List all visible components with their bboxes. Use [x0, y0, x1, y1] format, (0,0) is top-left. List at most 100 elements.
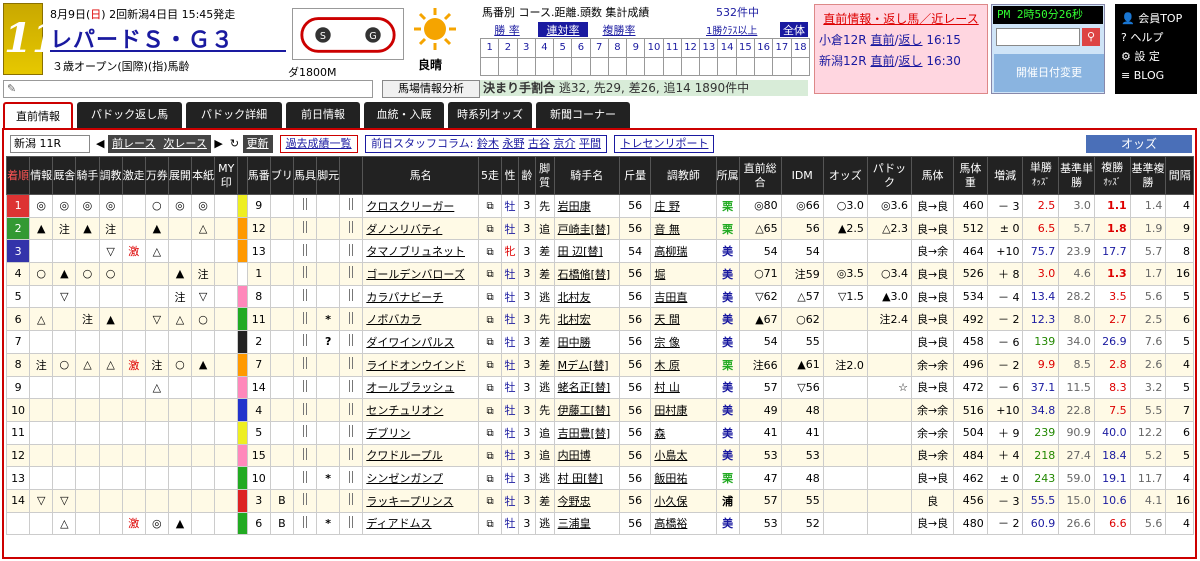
col-trainer[interactable]: 調教師 [650, 156, 717, 195]
past-5-cell[interactable]: ⧉ [477, 443, 503, 468]
table-row[interactable]: 6 △ 注 ▲ ▽ △ ○ 11 * ノボバカラ ⧉ 牡 3 先北村宏 56 天 間美 ▲67 ○62 注2.4 良→… [5, 307, 1194, 332]
detail-cell[interactable] [339, 330, 364, 354]
date-input[interactable] [996, 28, 1080, 46]
foot-cell[interactable] [316, 398, 341, 422]
window-icon[interactable]: ⧉ [486, 201, 493, 212]
direct-link[interactable]: 直前 [870, 33, 894, 47]
horse-name-link[interactable]: クロスクリーガー [362, 194, 479, 218]
gear-cell[interactable] [292, 262, 318, 286]
detail-cell[interactable] [339, 443, 364, 468]
col-gekiso[interactable]: 激走 [121, 156, 146, 195]
table-row[interactable]: 11 5 デブリン ⧉ 牡 3 追吉田豊[替] 56 森美 41 41 余→余 504 ＋ 9 239 90.… [5, 420, 1194, 445]
foot-cell[interactable] [316, 194, 341, 218]
trainer-link[interactable]: 堀 [650, 262, 717, 286]
staff-link[interactable]: 古谷 [528, 137, 550, 150]
col-win-odds[interactable]: 単勝 ｵｯｽﾞ [1022, 156, 1060, 195]
col-jockey[interactable]: 騎手名 [553, 156, 620, 195]
jockey-link[interactable]: 内田博 [553, 443, 620, 468]
trainer-link[interactable]: 高柳瑞 [650, 239, 717, 264]
horse-name-link[interactable]: センチュリオン [362, 398, 479, 422]
stats-tab-rentai[interactable]: 連対率 [538, 22, 588, 37]
past-5-cell[interactable]: ⧉ [477, 375, 503, 400]
col-training[interactable]: 調教 [98, 156, 123, 195]
foot-cell[interactable]: * [316, 511, 341, 536]
past-5-cell[interactable]: ⧉ [477, 284, 503, 309]
trainer-link[interactable]: 小島太 [650, 443, 717, 468]
trainer-link[interactable]: 森 [650, 420, 717, 445]
horse-name-link[interactable]: ライドオンウインド [362, 352, 479, 377]
search-icon[interactable]: ⚲ [1082, 28, 1100, 46]
col-my[interactable]: MY印 [214, 156, 239, 195]
window-icon[interactable]: ⧉ [486, 496, 493, 507]
col-base-win[interactable]: 基準単勝 [1058, 156, 1095, 195]
tab-newspaper[interactable]: 新聞コーナー [536, 102, 630, 128]
window-icon[interactable]: ⧉ [486, 383, 493, 394]
foot-cell[interactable]: * [316, 466, 341, 490]
staff-link[interactable]: 平間 [579, 137, 601, 150]
prev-race-button[interactable]: 前レース [107, 135, 160, 153]
horse-name-link[interactable]: ダイワインパルス [362, 330, 479, 354]
odds-button[interactable]: オッズ [1086, 135, 1192, 153]
past-5-cell[interactable]: ⧉ [477, 488, 503, 513]
jockey-link[interactable]: 北村宏 [553, 307, 620, 332]
trainer-link[interactable]: 吉田直 [650, 284, 717, 309]
trainer-link[interactable]: 田村康 [650, 398, 717, 422]
foot-cell[interactable] [316, 239, 341, 264]
col-5ago[interactable]: 5走 [477, 156, 503, 195]
col-foot[interactable]: 脚元 [316, 156, 341, 195]
direct-link[interactable]: 直前 [870, 54, 894, 68]
detail-cell[interactable] [339, 284, 364, 309]
window-icon[interactable]: ⧉ [486, 224, 493, 235]
past-results-button[interactable]: 過去成績一覧 [279, 135, 358, 153]
jockey-link[interactable]: 伊藤工[替] [553, 398, 620, 422]
trainer-link[interactable]: 音 無 [650, 216, 717, 241]
col-body[interactable]: 馬体 [911, 156, 955, 195]
window-icon[interactable]: ⧉ [486, 315, 493, 326]
foot-cell[interactable] [316, 262, 341, 286]
detail-cell[interactable] [339, 194, 364, 218]
foot-cell[interactable] [316, 216, 341, 241]
help-link[interactable]: ? ヘルプ [1121, 28, 1191, 47]
foot-cell[interactable]: ? [316, 330, 341, 354]
detail-cell[interactable] [339, 420, 364, 445]
horse-name-link[interactable]: ダノンリバティ [362, 216, 479, 241]
col-rider[interactable]: 騎手 [75, 156, 100, 195]
member-top-link[interactable]: 👤 会員TOP [1121, 9, 1191, 28]
tab-odds-timeline[interactable]: 時系列オッズ [448, 102, 532, 128]
settings-link[interactable]: ⚙ 設 定 [1121, 47, 1191, 66]
foot-cell[interactable] [316, 284, 341, 309]
jockey-link[interactable]: 北村友 [553, 284, 620, 309]
jockey-link[interactable]: 田 辺[替] [553, 239, 620, 264]
trainer-link[interactable]: 木 原 [650, 352, 717, 377]
col-idm[interactable]: IDM [780, 156, 824, 195]
col-style[interactable]: 脚質 [534, 156, 555, 195]
col-blinker[interactable]: ブリ [269, 156, 294, 195]
table-row[interactable]: 5 ▽ 注 ▽ 8 カラパナビーチ ⧉ 牡 3 逃北村友 56 吉田直美 ▽62 △57 ▽1.5 ▲3.0 良… [5, 284, 1194, 309]
gear-cell[interactable] [292, 511, 318, 536]
track-analysis-button[interactable]: 馬場情報分析 [382, 80, 480, 98]
table-row[interactable]: 14 ▽ ▽ 3 B ラッキープリンス ⧉ 牡 3 差今野忠 56 小久保浦 57 55 良 456 － 3 55… [5, 488, 1194, 513]
horse-name-link[interactable]: カラパナビーチ [362, 284, 479, 309]
foot-cell[interactable] [316, 443, 341, 468]
gear-cell[interactable] [292, 216, 318, 241]
returning-link[interactable]: 返し [899, 33, 923, 47]
col-paddock[interactable]: パドック [866, 156, 913, 195]
horse-name-link[interactable]: タマノブリュネット [362, 239, 479, 264]
staff-link[interactable]: 鈴木 [477, 137, 499, 150]
col-affil[interactable]: 所属 [715, 156, 740, 195]
table-row[interactable]: 12 15 クワドループル ⧉ 牡 3 追内田博 56 小島太美 53 53 良→余 484 ＋ 4 218… [5, 443, 1194, 468]
gear-cell[interactable] [292, 307, 318, 332]
past-5-cell[interactable]: ⧉ [477, 420, 503, 445]
trainer-link[interactable]: 飯田祐 [650, 466, 717, 490]
staff-link[interactable]: 永野 [502, 137, 524, 150]
col-odds[interactable]: オッズ [822, 156, 868, 195]
detail-cell[interactable] [339, 307, 364, 332]
table-row[interactable]: 2 ▲ 注 ▲ 注 ▲ △ 12 ダノンリバティ ⧉ 牡 3 追戸崎圭[替] 56 音 無栗 △65 56 ▲2.… [5, 216, 1194, 241]
past-5-cell[interactable]: ⧉ [477, 194, 503, 218]
horse-name-link[interactable]: ゴールデンバローズ [362, 262, 479, 286]
col-name[interactable]: 馬名 [362, 156, 479, 195]
past-5-cell[interactable]: ⧉ [477, 216, 503, 241]
detail-cell[interactable] [339, 511, 364, 536]
memo-input[interactable] [3, 80, 373, 98]
date-change-button[interactable]: 開催日付変更 [994, 54, 1104, 92]
